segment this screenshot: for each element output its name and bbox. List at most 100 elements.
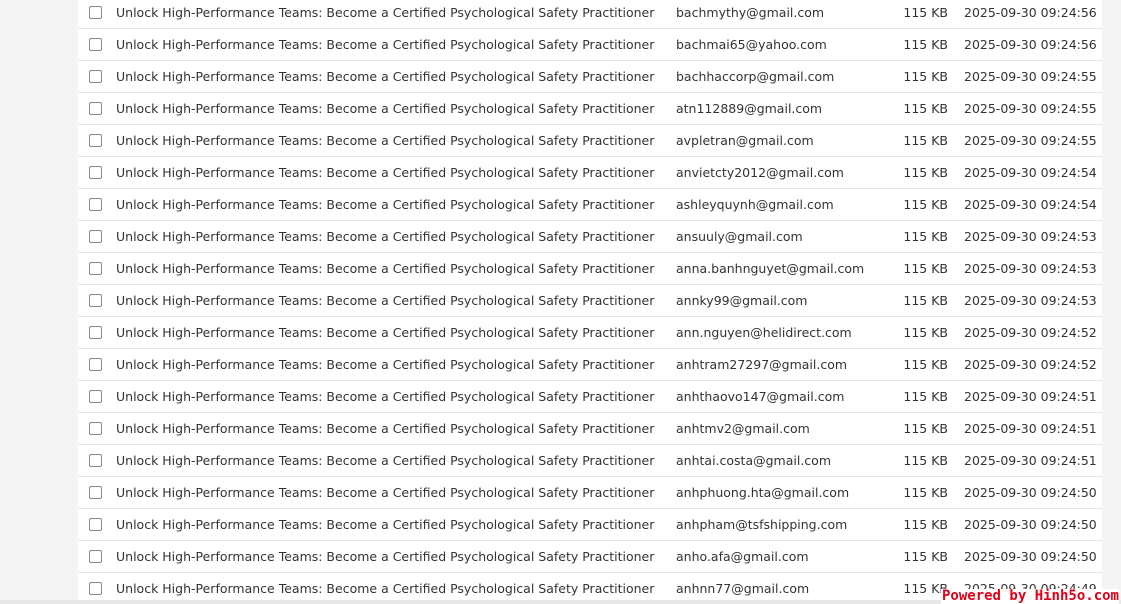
table-row[interactable]: Unlock High-Performance Teams: Become a …: [78, 189, 1102, 221]
row-checkbox[interactable]: [89, 518, 102, 531]
row-checkbox[interactable]: [89, 358, 102, 371]
table-row[interactable]: Unlock High-Performance Teams: Become a …: [78, 253, 1102, 285]
table-row[interactable]: Unlock High-Performance Teams: Become a …: [78, 477, 1102, 509]
table-row[interactable]: Unlock High-Performance Teams: Become a …: [78, 0, 1102, 29]
row-date: 2025-09-30 09:24:52: [964, 325, 1097, 340]
row-size: 115 KB: [903, 101, 948, 116]
table-row[interactable]: Unlock High-Performance Teams: Become a …: [78, 157, 1102, 189]
table-row[interactable]: Unlock High-Performance Teams: Become a …: [78, 125, 1102, 157]
row-checkbox[interactable]: [89, 198, 102, 211]
row-subject[interactable]: Unlock High-Performance Teams: Become a …: [116, 285, 654, 316]
row-size: 115 KB: [903, 549, 948, 564]
row-subject[interactable]: Unlock High-Performance Teams: Become a …: [116, 125, 654, 156]
table-row[interactable]: Unlock High-Performance Teams: Become a …: [78, 93, 1102, 125]
row-date: 2025-09-30 09:24:51: [964, 453, 1097, 468]
row-checkbox[interactable]: [89, 294, 102, 307]
row-size: 115 KB: [903, 5, 948, 20]
row-subject[interactable]: Unlock High-Performance Teams: Become a …: [116, 93, 654, 124]
row-subject[interactable]: Unlock High-Performance Teams: Become a …: [116, 0, 654, 28]
row-recipient: annky99@gmail.com: [676, 293, 808, 308]
row-checkbox[interactable]: [89, 38, 102, 51]
row-date: 2025-09-30 09:24:56: [964, 37, 1097, 52]
row-recipient: anho.afa@gmail.com: [676, 549, 809, 564]
row-date: 2025-09-30 09:24:55: [964, 133, 1097, 148]
row-subject[interactable]: Unlock High-Performance Teams: Become a …: [116, 509, 654, 540]
row-recipient: avpletran@gmail.com: [676, 133, 814, 148]
row-date: 2025-09-30 09:24:50: [964, 517, 1097, 532]
row-date: 2025-09-30 09:24:56: [964, 5, 1097, 20]
table-row[interactable]: Unlock High-Performance Teams: Become a …: [78, 285, 1102, 317]
row-subject[interactable]: Unlock High-Performance Teams: Become a …: [116, 221, 654, 252]
row-recipient: anhtram27297@gmail.com: [676, 357, 848, 372]
row-recipient: anna.banhnguyet@gmail.com: [676, 261, 865, 276]
table-row[interactable]: Unlock High-Performance Teams: Become a …: [78, 317, 1102, 349]
row-recipient: ashleyquynh@gmail.com: [676, 197, 834, 212]
row-date: 2025-09-30 09:24:51: [964, 421, 1097, 436]
row-subject[interactable]: Unlock High-Performance Teams: Become a …: [116, 253, 654, 284]
table-row[interactable]: Unlock High-Performance Teams: Become a …: [78, 445, 1102, 477]
row-checkbox[interactable]: [89, 6, 102, 19]
row-date: 2025-09-30 09:24:50: [964, 485, 1097, 500]
table-row[interactable]: Unlock High-Performance Teams: Become a …: [78, 221, 1102, 253]
row-date: 2025-09-30 09:24:52: [964, 357, 1097, 372]
row-recipient: anhtmv2@gmail.com: [676, 421, 810, 436]
row-size: 115 KB: [903, 133, 948, 148]
row-checkbox[interactable]: [89, 134, 102, 147]
row-recipient: bachhaccorp@gmail.com: [676, 69, 835, 84]
table-row[interactable]: Unlock High-Performance Teams: Become a …: [78, 509, 1102, 541]
row-subject[interactable]: Unlock High-Performance Teams: Become a …: [116, 541, 654, 572]
table-row[interactable]: Unlock High-Performance Teams: Become a …: [78, 349, 1102, 381]
row-checkbox[interactable]: [89, 102, 102, 115]
row-checkbox[interactable]: [89, 486, 102, 499]
table-row[interactable]: Unlock High-Performance Teams: Become a …: [78, 381, 1102, 413]
table-row[interactable]: Unlock High-Performance Teams: Become a …: [78, 541, 1102, 573]
row-subject[interactable]: Unlock High-Performance Teams: Become a …: [116, 413, 654, 444]
row-recipient: bachmai65@yahoo.com: [676, 37, 827, 52]
row-date: 2025-09-30 09:24:51: [964, 389, 1097, 404]
row-recipient: bachmythy@gmail.com: [676, 5, 825, 20]
row-checkbox[interactable]: [89, 422, 102, 435]
table-row[interactable]: Unlock High-Performance Teams: Become a …: [78, 413, 1102, 445]
row-date: 2025-09-30 09:24:50: [964, 549, 1097, 564]
row-size: 115 KB: [903, 421, 948, 436]
row-recipient: anhphuong.hta@gmail.com: [676, 485, 850, 500]
row-subject[interactable]: Unlock High-Performance Teams: Become a …: [116, 477, 654, 508]
sent-mail-page: Unlock High-Performance Teams: Become a …: [0, 0, 1121, 604]
row-size: 115 KB: [903, 69, 948, 84]
row-recipient: anhtai.costa@gmail.com: [676, 453, 831, 468]
row-date: 2025-09-30 09:24:55: [964, 101, 1097, 116]
row-date: 2025-09-30 09:24:53: [964, 293, 1097, 308]
row-subject[interactable]: Unlock High-Performance Teams: Become a …: [116, 317, 654, 348]
table-row[interactable]: Unlock High-Performance Teams: Become a …: [78, 61, 1102, 93]
row-recipient: anhthaovo147@gmail.com: [676, 389, 845, 404]
row-checkbox[interactable]: [89, 454, 102, 467]
row-checkbox[interactable]: [89, 166, 102, 179]
row-date: 2025-09-30 09:24:54: [964, 197, 1097, 212]
row-size: 115 KB: [903, 165, 948, 180]
row-subject[interactable]: Unlock High-Performance Teams: Become a …: [116, 189, 654, 220]
row-subject[interactable]: Unlock High-Performance Teams: Become a …: [116, 157, 654, 188]
row-checkbox[interactable]: [89, 70, 102, 83]
row-size: 115 KB: [903, 197, 948, 212]
row-subject[interactable]: Unlock High-Performance Teams: Become a …: [116, 61, 654, 92]
row-subject[interactable]: Unlock High-Performance Teams: Become a …: [116, 349, 654, 380]
table-row[interactable]: Unlock High-Performance Teams: Become a …: [78, 29, 1102, 61]
row-recipient: ansuuly@gmail.com: [676, 229, 803, 244]
row-subject[interactable]: Unlock High-Performance Teams: Become a …: [116, 29, 654, 60]
row-size: 115 KB: [903, 37, 948, 52]
row-date: 2025-09-30 09:24:54: [964, 165, 1097, 180]
row-checkbox[interactable]: [89, 550, 102, 563]
row-size: 115 KB: [903, 293, 948, 308]
row-size: 115 KB: [903, 229, 948, 244]
row-checkbox[interactable]: [89, 390, 102, 403]
row-checkbox[interactable]: [89, 230, 102, 243]
row-subject[interactable]: Unlock High-Performance Teams: Become a …: [116, 445, 654, 476]
row-checkbox[interactable]: [89, 262, 102, 275]
row-subject[interactable]: Unlock High-Performance Teams: Become a …: [116, 381, 654, 412]
row-checkbox[interactable]: [89, 326, 102, 339]
row-size: 115 KB: [903, 453, 948, 468]
row-checkbox[interactable]: [89, 582, 102, 595]
row-size: 115 KB: [903, 261, 948, 276]
row-date: 2025-09-30 09:24:53: [964, 229, 1097, 244]
row-recipient: anhpham@tsfshipping.com: [676, 517, 848, 532]
